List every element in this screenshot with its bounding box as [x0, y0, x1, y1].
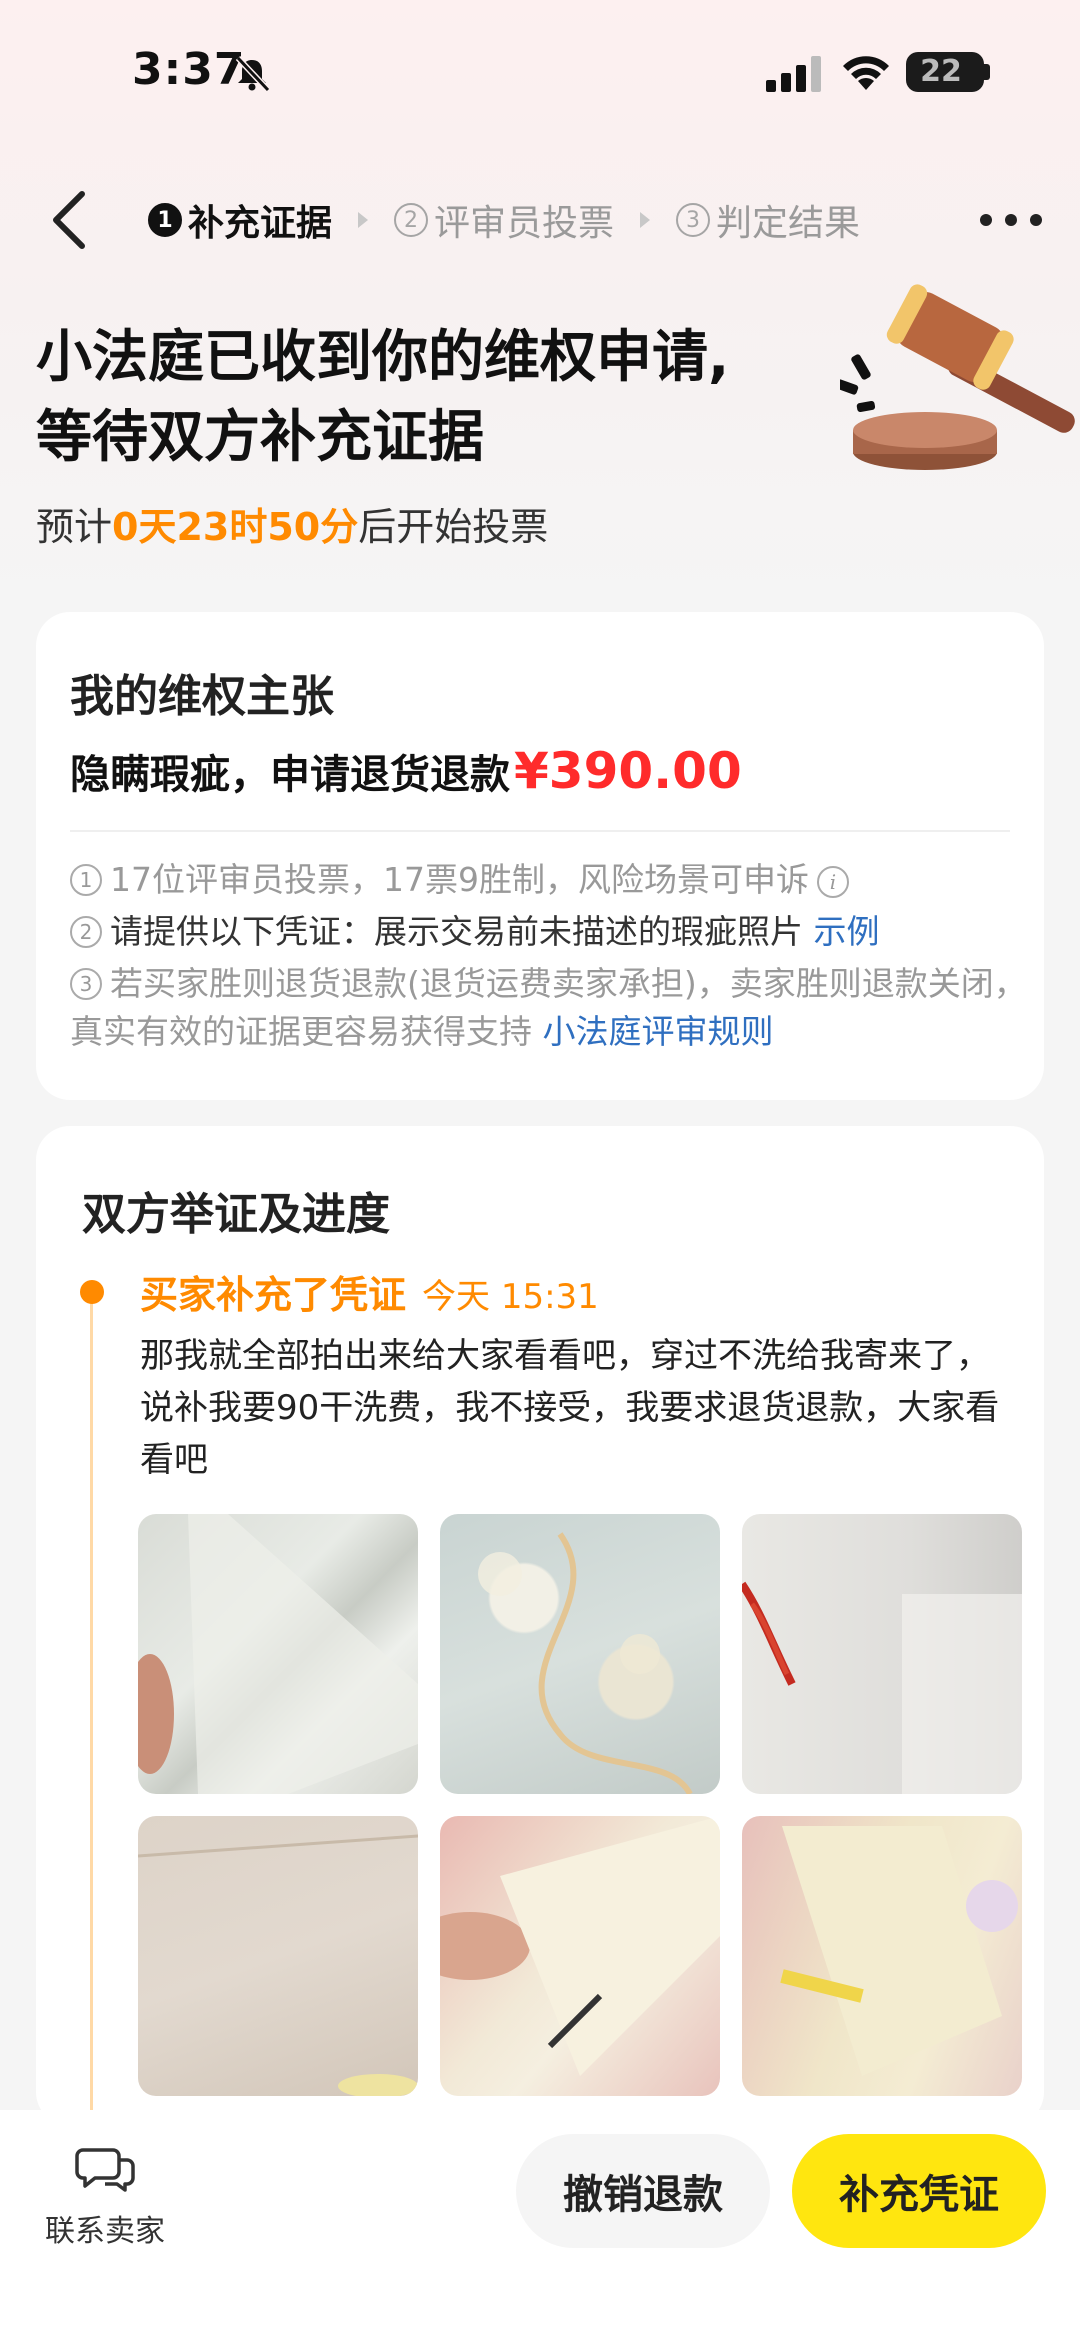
evidence-photo[interactable]	[742, 1816, 1022, 2096]
step-label: 判定结果	[716, 203, 861, 244]
event-title: 买家补充了凭证	[140, 1273, 407, 1317]
timeline-line	[90, 1296, 93, 2126]
battery-icon: 22	[906, 52, 984, 92]
rule-text: 17位评审员投票，17票9胜制，风险场景可申诉	[110, 860, 809, 899]
bottom-action-bar: 联系卖家 撤销退款 补充凭证	[0, 2110, 1080, 2341]
info-icon[interactable]: i	[816, 866, 849, 898]
rule-2: 2 请提供以下凭证：展示交易前未描述的瑕疵照片 示例	[70, 908, 1030, 956]
rule-number: 2	[70, 916, 102, 948]
title-line-2: 等待双方补充证据	[36, 405, 484, 470]
divider	[70, 830, 1010, 832]
rule-text: 请提供以下凭证：展示交易前未描述的瑕疵照片	[110, 912, 803, 951]
rule-number: 1	[70, 864, 102, 896]
step-voting: 2 评审员投票	[394, 194, 614, 246]
example-link[interactable]: 示例	[814, 912, 880, 951]
evidence-card-title: 双方举证及进度	[82, 1189, 390, 1240]
add-evidence-button[interactable]: 补充凭证	[792, 2134, 1046, 2248]
refund-amount: ¥390.00	[514, 742, 742, 800]
step-label: 评审员投票	[434, 203, 615, 244]
evidence-photo[interactable]	[742, 1514, 1022, 1794]
step-number: 1	[148, 203, 182, 237]
status-bar: 3:37 22	[0, 0, 1080, 140]
evidence-photo[interactable]	[138, 1816, 418, 2096]
progress-steps: 1 补充证据 2 评审员投票 3 判定结果	[148, 190, 860, 250]
step-number: 2	[394, 203, 429, 237]
rule-3: 3 若买家胜则退货退款(退货运费卖家承担)，卖家胜则退款关闭，真实有效的证据更容易…	[70, 960, 1030, 1056]
gavel-icon	[840, 284, 1075, 470]
evidence-photo[interactable]	[440, 1816, 720, 2096]
title-line-1: 小法庭已收到你的维权申请,	[36, 325, 730, 390]
claim-card-title: 我的维权主张	[70, 671, 334, 722]
contact-seller-label: 联系卖家	[45, 2214, 165, 2249]
page-title: 小法庭已收到你的维权申请, 等待双方补充证据	[36, 318, 836, 478]
step-result: 3 判定结果	[676, 194, 860, 246]
countdown-prefix: 预计	[36, 505, 113, 549]
wifi-icon	[843, 56, 889, 90]
bell-muted-icon	[235, 55, 271, 93]
step-evidence: 1 补充证据	[148, 194, 332, 246]
evidence-photo[interactable]	[138, 1514, 418, 1794]
chat-bubble-icon	[75, 2148, 135, 2192]
rule-number: 3	[70, 968, 102, 1000]
signal-icon	[766, 56, 821, 92]
status-time: 3:37	[132, 44, 246, 95]
back-arrow-icon[interactable]	[40, 180, 100, 260]
step-arrow-icon	[358, 212, 369, 228]
contact-seller-button[interactable]: 联系卖家	[40, 2144, 170, 2250]
claim-text: 隐瞒瑕疵，申请退货退款	[70, 752, 510, 798]
court-rules-link[interactable]: 小法庭评审规则	[543, 1012, 774, 1051]
battery-cap	[984, 64, 990, 80]
event-time: 今天 15:31	[422, 1277, 599, 1317]
step-number: 3	[676, 203, 711, 237]
more-options-icon[interactable]	[980, 208, 1042, 232]
cancel-refund-button[interactable]: 撤销退款	[516, 2134, 770, 2248]
claim-summary: 隐瞒瑕疵，申请退货退款 ¥390.00	[70, 742, 742, 800]
event-description: 那我就全部拍出来给大家看看吧，穿过不洗给我寄来了，说补我要90干洗费，我不接受，…	[140, 1336, 1000, 1480]
step-label: 补充证据	[188, 203, 333, 244]
claim-card: 我的维权主张 隐瞒瑕疵，申请退货退款 ¥390.00 1 17位评审员投票，17票…	[36, 612, 1044, 1100]
evidence-card: 双方举证及进度 买家补充了凭证 今天 15:31 那我就全部拍出来给大家看看吧，…	[36, 1126, 1044, 2126]
event-header: 买家补充了凭证 今天 15:31	[140, 1264, 599, 1319]
battery-level: 22	[920, 54, 962, 89]
timeline-dot	[80, 1280, 104, 1304]
countdown-suffix: 后开始投票	[358, 505, 549, 549]
rule-1: 1 17位评审员投票，17票9胜制，风险场景可申诉 i	[70, 856, 1030, 904]
vote-countdown: 预计0天23时50分后开始投票	[36, 496, 548, 551]
countdown-time: 0天23时50分	[112, 505, 359, 549]
step-arrow-icon	[640, 212, 651, 228]
evidence-photo[interactable]	[440, 1514, 720, 1794]
